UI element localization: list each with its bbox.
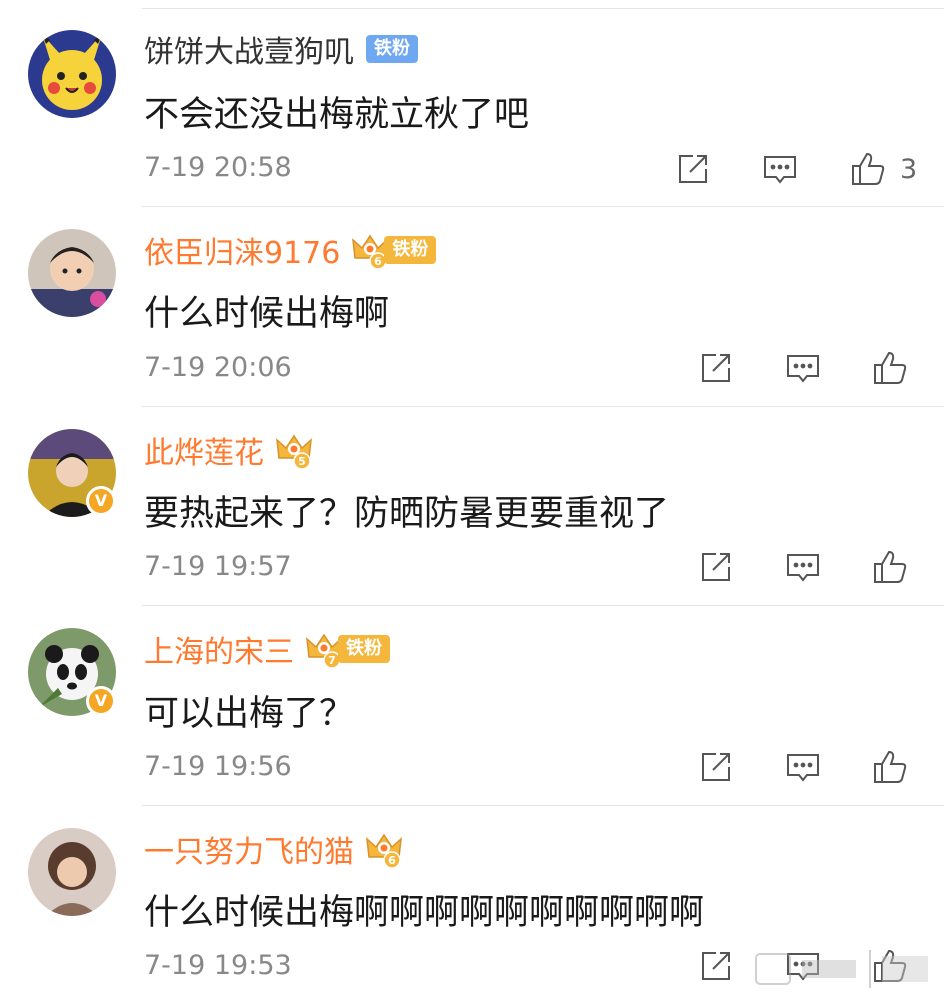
fan-badge[interactable]: 铁粉 <box>384 236 437 264</box>
username[interactable]: 依臣归涞9176 <box>144 228 340 272</box>
thumbs-up-icon[interactable] <box>870 747 910 787</box>
avatar[interactable] <box>28 229 116 317</box>
username[interactable]: 此烨莲花 <box>144 428 264 472</box>
timestamp: 7-19 20:58 <box>144 152 292 183</box>
timestamp: 7-19 19:53 <box>144 950 292 981</box>
crown-level: 6 <box>375 255 383 268</box>
share-icon[interactable] <box>673 149 713 189</box>
divider <box>142 805 944 806</box>
verified-icon: V <box>86 486 116 516</box>
avatar[interactable] <box>28 828 116 916</box>
comment-text: 可以出梅了？ <box>144 694 355 734</box>
thumbs-up-icon[interactable] <box>870 348 910 388</box>
crown-level: 7 <box>328 654 336 667</box>
watermark-logo <box>752 946 938 992</box>
fan-badge[interactable]: 铁粉 <box>366 35 418 63</box>
comment-icon[interactable] <box>783 348 823 388</box>
divider <box>142 605 944 606</box>
thumbs-up-icon[interactable] <box>848 149 888 189</box>
divider <box>142 406 944 407</box>
comment-text: 不会还没出梅就立秋了吧 <box>144 95 530 135</box>
username[interactable]: 上海的宋三 <box>144 627 294 671</box>
comment-icon[interactable] <box>760 149 800 189</box>
like-count: 3 <box>900 154 918 185</box>
comment-text: 要热起来了？防晒防暑更要重视了 <box>144 494 670 534</box>
share-icon[interactable] <box>696 348 736 388</box>
avatar[interactable] <box>28 30 116 118</box>
crown-level: 6 <box>388 854 396 867</box>
thumbs-up-icon[interactable] <box>870 547 910 587</box>
divider <box>142 206 944 207</box>
comment-text: 什么时候出梅啊啊啊啊啊啊啊啊啊啊 <box>144 893 705 933</box>
crown-level: 5 <box>298 455 306 468</box>
comment-icon[interactable] <box>783 747 823 787</box>
username[interactable]: 一只努力飞的猫 <box>144 827 354 871</box>
comment-icon[interactable] <box>783 547 823 587</box>
share-icon[interactable] <box>696 946 736 986</box>
timestamp: 7-19 19:57 <box>144 551 292 582</box>
username[interactable]: 饼饼大战壹狗叽 <box>144 27 354 71</box>
share-icon[interactable] <box>696 547 736 587</box>
crown-icon[interactable]: 5 <box>274 430 314 470</box>
crown-icon[interactable]: 6 <box>364 829 404 869</box>
verified-icon: V <box>86 686 116 716</box>
fan-badge[interactable]: 铁粉 <box>338 635 390 663</box>
timestamp: 7-19 20:06 <box>144 352 292 383</box>
share-icon[interactable] <box>696 747 736 787</box>
comment-text: 什么时候出梅啊 <box>144 294 390 334</box>
timestamp: 7-19 19:56 <box>144 751 292 782</box>
top-divider <box>142 8 944 9</box>
